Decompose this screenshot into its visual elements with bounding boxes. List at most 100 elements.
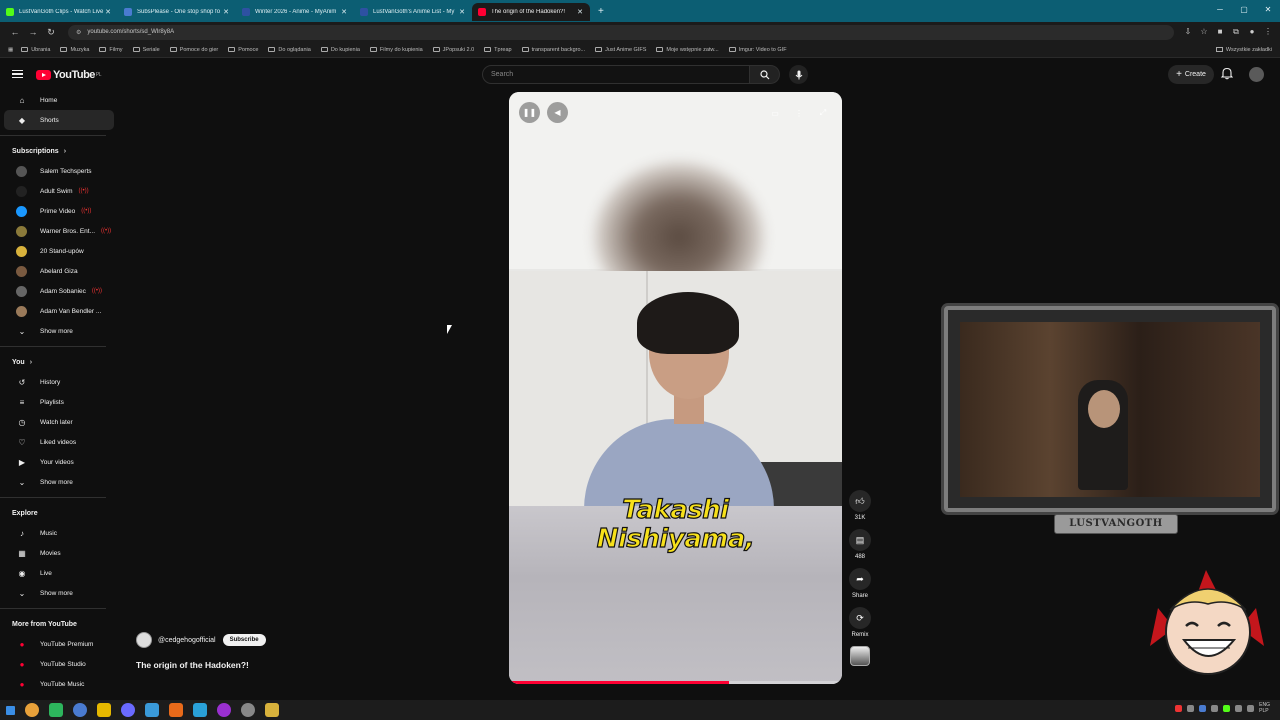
bookmark-item[interactable]: Moje wstępnie zatw...	[656, 47, 719, 53]
bookmark-item[interactable]: Do kupienia	[320, 47, 360, 53]
bookmark-item[interactable]: Tpreap	[484, 47, 512, 53]
pause-button[interactable]: ❚❚	[519, 102, 540, 123]
subscription-item-warner-bros-ent[interactable]: Warner Bros. Ent... ((•))	[4, 221, 114, 241]
network-icon[interactable]	[1235, 704, 1243, 712]
extensions-puzzle-icon[interactable]: ⧉	[1230, 27, 1242, 37]
bookmark-item[interactable]: Muzyka	[60, 47, 89, 53]
bookmark-item[interactable]: Just Anime GIFS	[595, 47, 646, 53]
close-window-icon[interactable]: ✕	[1256, 0, 1280, 20]
sidebar-item-liked-videos[interactable]: ♡ Liked videos	[4, 432, 114, 452]
search-button[interactable]	[750, 65, 780, 84]
start-icon[interactable]	[6, 705, 15, 715]
browser-tab[interactable]: LustVanGoth's Anime List - My ✕	[354, 3, 472, 21]
app-icon-yellow[interactable]	[97, 703, 111, 717]
bookmark-item[interactable]: Ubrania	[21, 47, 50, 53]
guide-menu-icon[interactable]	[12, 70, 23, 78]
subscription-item-salem-techsperts[interactable]: Salem Techsperts	[4, 161, 114, 181]
sidebar-item-your-videos[interactable]: ▶ Your videos	[4, 452, 114, 472]
subscription-item-adam-sobaniec[interactable]: Adam Sobaniec ((•))	[4, 281, 114, 301]
sidebar-item-history[interactable]: ↺ History	[4, 372, 114, 392]
tab-close-icon[interactable]: ✕	[104, 8, 112, 16]
install-icon[interactable]: ⇩	[1182, 27, 1194, 37]
voice-search-button[interactable]	[789, 65, 808, 84]
vlc-icon[interactable]	[169, 703, 183, 717]
tray-icon[interactable]	[1223, 704, 1231, 712]
notifications-button[interactable]	[1220, 67, 1234, 85]
short-title[interactable]: The origin of the Hadoken?!	[136, 660, 249, 670]
bookmark-item[interactable]: Pomoce do gier	[169, 47, 218, 53]
subscription-item-prime-video[interactable]: Prime Video ((•))	[4, 201, 114, 221]
tab-close-icon[interactable]: ✕	[576, 8, 584, 16]
tray-icon[interactable]	[1199, 704, 1207, 712]
you-header[interactable]: You ›	[0, 352, 118, 372]
more-item-youtube-premium[interactable]: ● YouTube Premium	[4, 634, 114, 654]
discord-icon[interactable]	[121, 703, 135, 717]
tray-icon[interactable]	[1175, 704, 1183, 712]
subscribe-button[interactable]: Subscribe	[222, 634, 266, 646]
bookmark-item[interactable]: transparent backgro...	[521, 47, 585, 53]
tray-icon[interactable]	[1211, 704, 1219, 712]
extension-icon[interactable]: ■	[1214, 27, 1226, 37]
sound-thumbnail[interactable]	[850, 646, 870, 666]
browser-tab[interactable]: SubsPlease - One stop shop fo ✕	[118, 3, 236, 21]
channel-handle[interactable]: @cedgehogofficial	[158, 637, 216, 644]
bookmark-item[interactable]: Imgur: Video to GIF	[728, 47, 787, 53]
sidebar-item-live[interactable]: ◉ Live	[4, 563, 114, 583]
telegram-icon[interactable]	[193, 703, 207, 717]
all-bookmarks[interactable]: Wszystkie zakładki	[1215, 47, 1272, 53]
menu-kebab-icon[interactable]: ⋮	[1262, 27, 1274, 37]
volume-button[interactable]: ◀	[547, 102, 568, 123]
subscription-item-adam-van-bendler[interactable]: Adam Van Bendler ...	[4, 301, 114, 321]
bookmark-item[interactable]: Filmy	[99, 47, 123, 53]
explore-show-more[interactable]: ⌄ Show more	[4, 583, 114, 603]
sidebar-item-shorts[interactable]: ◆ Shorts	[4, 110, 114, 130]
app-icon-blue[interactable]	[73, 703, 87, 717]
more-item-youtube-studio[interactable]: ● YouTube Studio	[4, 654, 114, 674]
tab-close-icon[interactable]: ✕	[458, 8, 466, 16]
site-info-icon[interactable]: ⚙	[76, 29, 81, 36]
sidebar-item-music[interactable]: ♪ Music	[4, 523, 114, 543]
bookmark-item[interactable]: Pomoce	[228, 47, 258, 53]
search-input[interactable]: Search	[482, 65, 750, 84]
channel-avatar[interactable]	[136, 632, 152, 648]
language-indicator[interactable]: ENG PLP	[1259, 702, 1270, 714]
apps-grid-icon[interactable]: ▦	[8, 47, 13, 53]
browser-tab[interactable]: Winter 2026 - Anime - MyAnim ✕	[236, 3, 354, 21]
account-avatar[interactable]	[1249, 67, 1264, 82]
back-icon[interactable]: ←	[6, 27, 24, 37]
bookmark-item[interactable]: JPopsuki 2.0	[432, 47, 474, 53]
subscription-item-20-stand-up-w[interactable]: 20 Stand-upów	[4, 241, 114, 261]
create-button[interactable]: + Create	[1168, 65, 1214, 84]
forward-icon[interactable]: →	[24, 27, 42, 37]
sidebar-item-home[interactable]: ⌂ Home	[4, 90, 114, 110]
subscription-item-adult-swim[interactable]: Adult Swim ((•))	[4, 181, 114, 201]
bookmark-star-icon[interactable]: ☆	[1198, 27, 1210, 37]
steam-icon[interactable]	[241, 703, 255, 717]
app-icon-green[interactable]	[49, 703, 63, 717]
browser-tab[interactable]: LustVanGoth Clips - Watch Live ✕	[0, 3, 118, 21]
profile-icon[interactable]: ●	[1246, 27, 1258, 37]
shorts-player[interactable]: Takashi Nishiyama, ❚❚ ◀ ▭ ⋮ ⤢	[509, 92, 842, 684]
player-menu-button[interactable]: ⋮	[791, 105, 807, 121]
minimize-icon[interactable]: ─	[1208, 0, 1232, 20]
new-tab-button[interactable]: +	[598, 6, 604, 17]
file-explorer-icon[interactable]	[265, 703, 279, 717]
chrome-icon[interactable]	[25, 703, 39, 717]
reload-icon[interactable]: ↻	[42, 27, 60, 38]
youtube-logo[interactable]: YouTube PL	[36, 69, 102, 81]
remix-button[interactable]: ⟳	[849, 607, 871, 629]
comments-button[interactable]: ▤	[849, 529, 871, 551]
tray-icon[interactable]	[1187, 704, 1195, 712]
subscriptions-header[interactable]: Subscriptions ›	[0, 141, 118, 161]
browser-tab[interactable]: The origin of the Hadoken?! ✕	[472, 3, 590, 21]
sidebar-item-watch-later[interactable]: ◷ Watch later	[4, 412, 114, 432]
subscriptions-show-more[interactable]: ⌄ Show more	[4, 321, 114, 341]
like-button[interactable]: 👍︎	[849, 490, 871, 512]
sidebar-item-movies[interactable]: ▦ Movies	[4, 543, 114, 563]
maximize-icon[interactable]: ▢	[1232, 0, 1256, 20]
bookmark-item[interactable]: Seriale	[132, 47, 160, 53]
captions-button[interactable]: ▭	[767, 105, 783, 121]
tab-close-icon[interactable]: ✕	[340, 8, 348, 16]
you-show-more[interactable]: ⌄ Show more	[4, 472, 114, 492]
share-button[interactable]: ➦	[849, 568, 871, 590]
